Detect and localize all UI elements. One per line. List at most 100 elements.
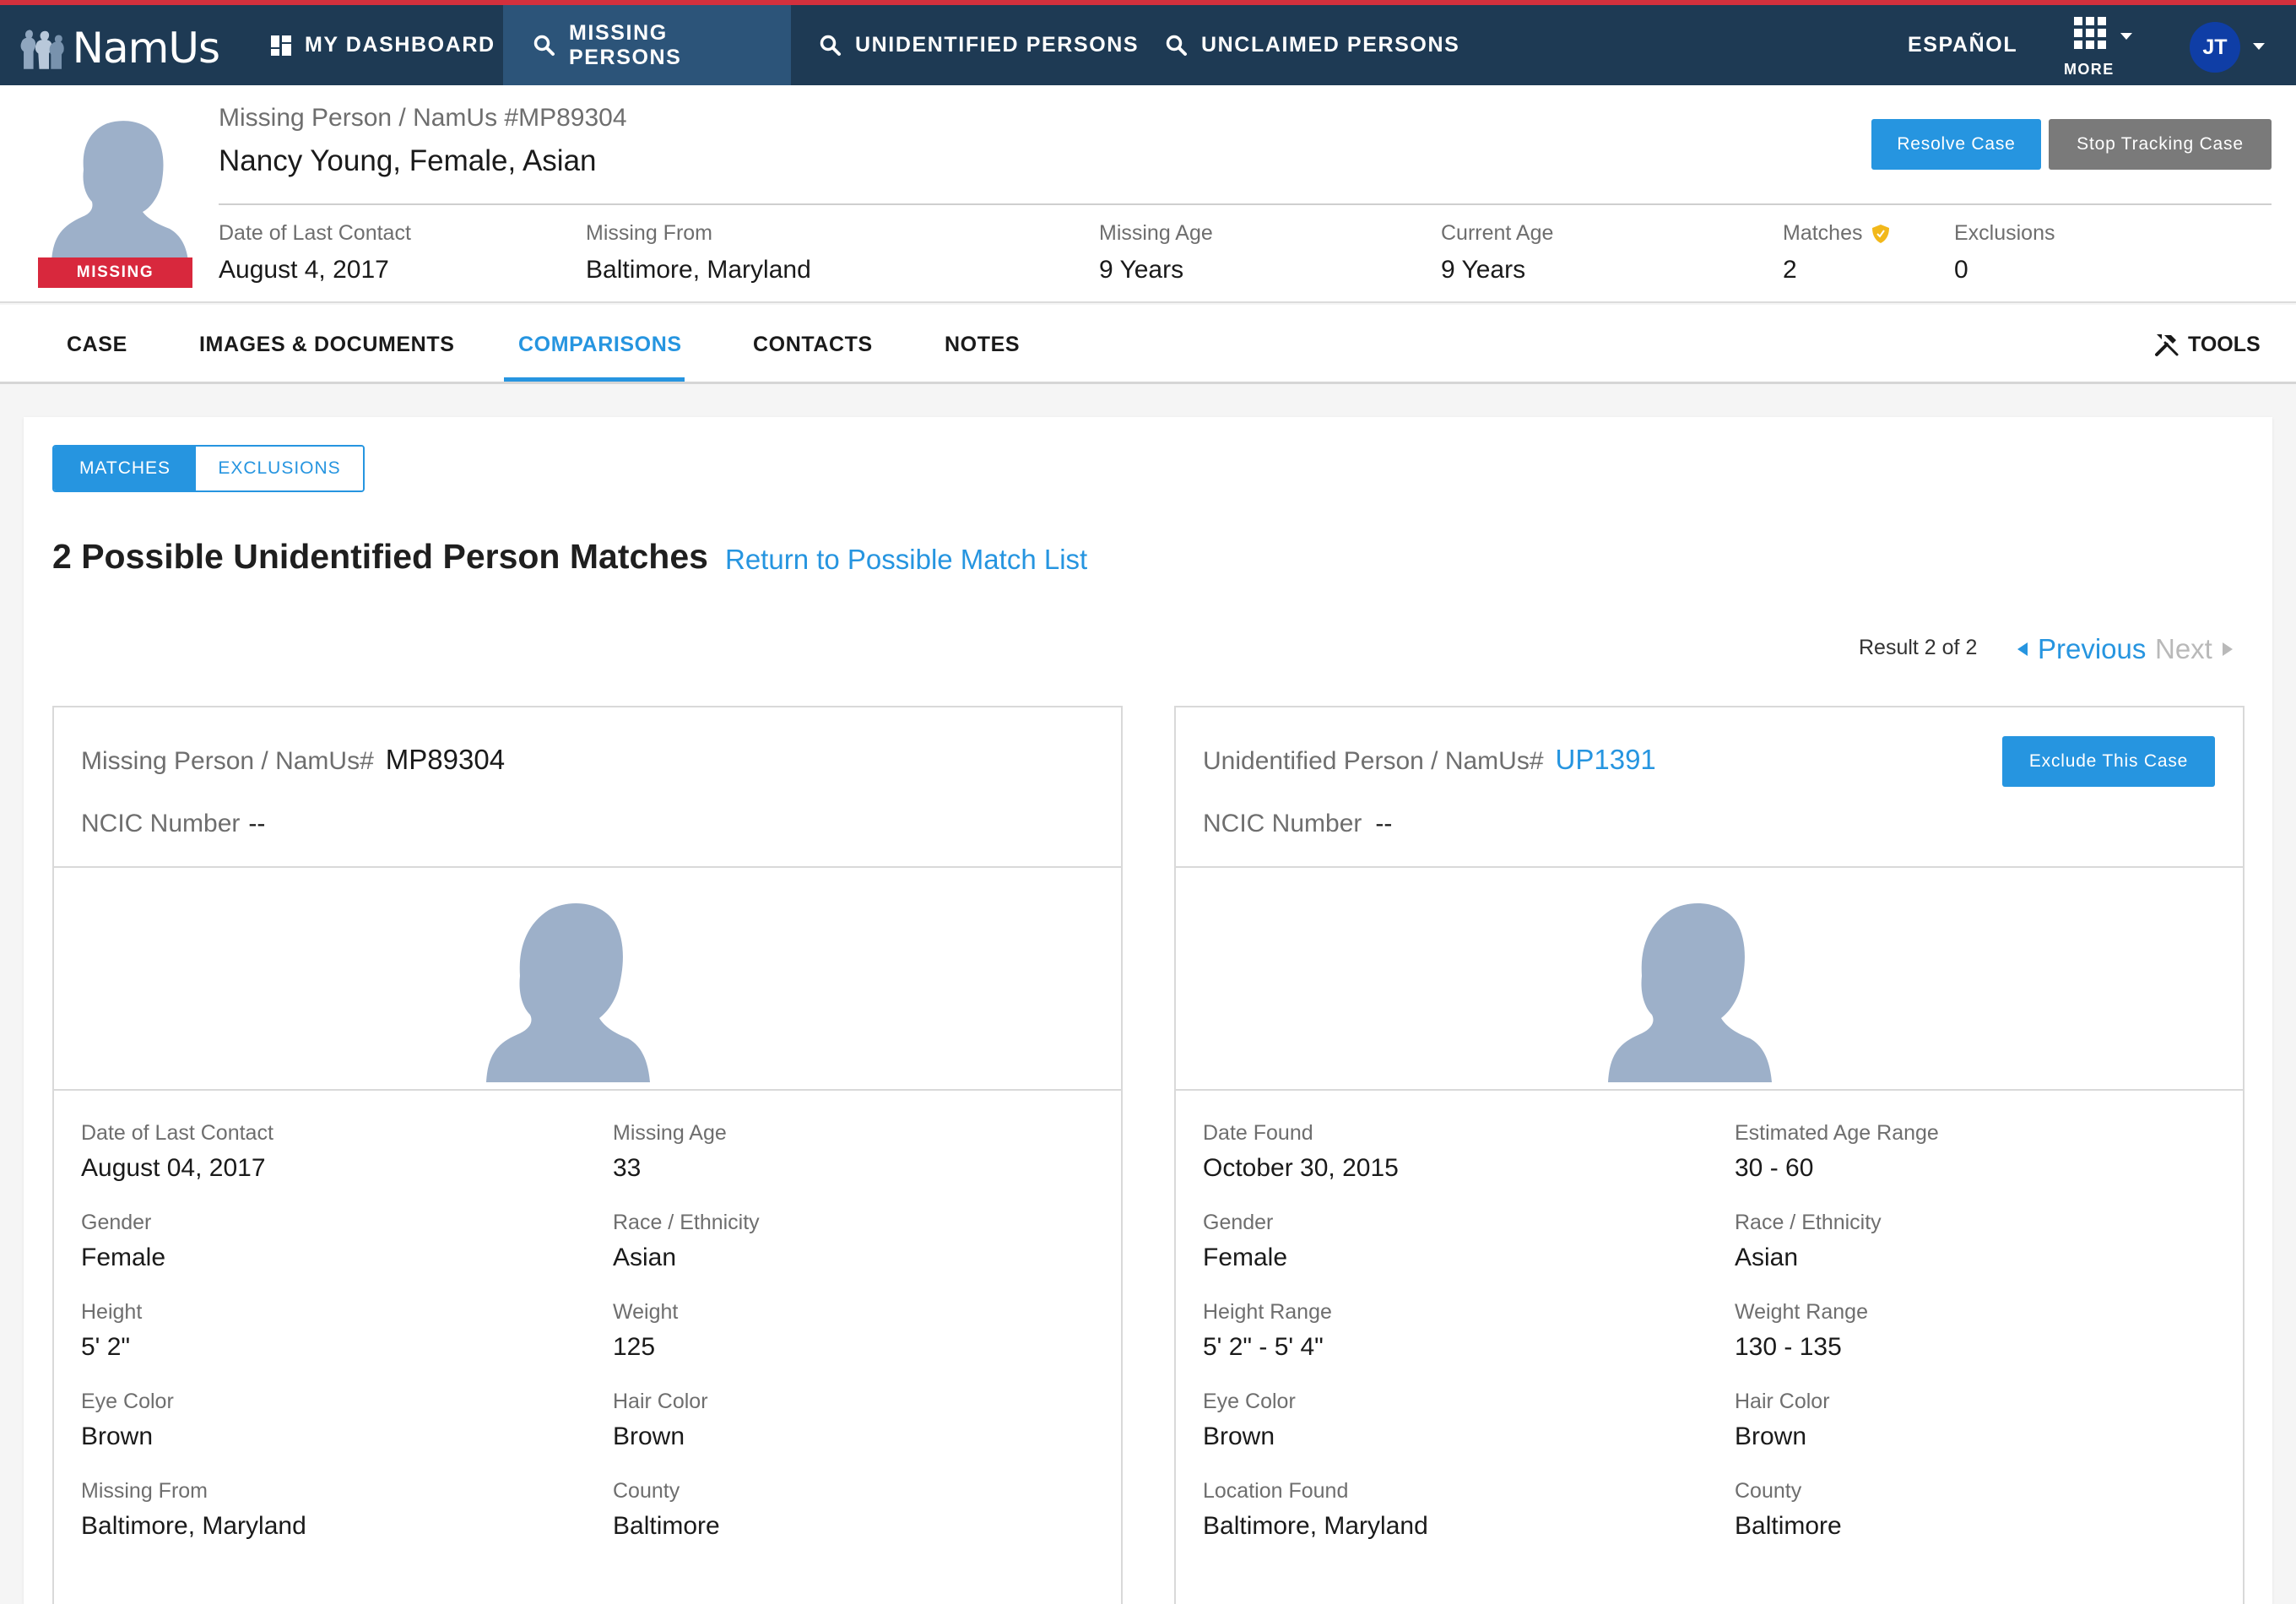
case-tabs: CASE IMAGES & DOCUMENTS COMPARISONS CONT… <box>0 305 2296 384</box>
field-value: 5' 2" - 5' 4" <box>1203 1333 1324 1361</box>
user-menu-chevron-icon[interactable] <box>2253 43 2265 50</box>
tools-menu[interactable]: TOOLS <box>2154 305 2261 384</box>
field-hair-color: Hair Color Brown <box>1735 1390 1830 1451</box>
nav-unidentified-persons[interactable]: UNIDENTIFIED PERSONS <box>789 5 1169 85</box>
matches-exclusions-toggle: MATCHES EXCLUSIONS <box>52 445 365 492</box>
return-to-match-list-link[interactable]: Return to Possible Match List <box>725 544 1087 576</box>
field-label: Race / Ethnicity <box>613 1211 760 1234</box>
field-label: Hair Color <box>613 1390 708 1413</box>
stat-date-of-last-contact: Date of Last Contact August 4, 2017 <box>219 221 411 284</box>
field-label: County <box>1735 1479 1802 1503</box>
stat-label-row: Matches <box>1783 221 1890 246</box>
field-hair-color: Hair Color Brown <box>613 1390 708 1451</box>
top-navigation: NamUs MY DASHBOARD MISSING PERSONS UNIDE… <box>0 0 2296 85</box>
field-value: Brown <box>613 1422 685 1450</box>
field-label: Height <box>81 1300 143 1324</box>
stat-label: Date of Last Contact <box>219 221 411 245</box>
field-height-range: Height Range 5' 2" - 5' 4" <box>1203 1300 1332 1362</box>
photo-area <box>1176 868 2243 1091</box>
tab-contacts[interactable]: CONTACTS <box>753 305 873 384</box>
nav-unclaimed-persons-label: UNCLAIMED PERSONS <box>1201 33 1460 57</box>
namus-logo[interactable]: NamUs <box>17 10 220 85</box>
tab-case[interactable]: CASE <box>67 305 127 384</box>
stat-missing-from: Missing From Baltimore, Maryland <box>586 221 811 284</box>
field-label: Missing Age <box>613 1121 727 1145</box>
field-missing-from: Missing From Baltimore, Maryland <box>81 1479 306 1541</box>
previous-button[interactable]: Previous <box>2017 633 2146 665</box>
case-header: MISSING Missing Person / NamUs #MP89304 … <box>0 85 2296 303</box>
field-value: Baltimore, Maryland <box>81 1512 306 1540</box>
unidentified-person-card: Unidentified Person / NamUs# UP1391 Exclu… <box>1174 706 2245 1604</box>
previous-label: Previous <box>2038 633 2147 664</box>
field-race-ethnicity: Race / Ethnicity Asian <box>613 1211 760 1272</box>
field-label: Race / Ethnicity <box>1735 1211 1882 1234</box>
nav-my-dashboard[interactable]: MY DASHBOARD <box>241 5 526 85</box>
card-title: Missing Person / NamUs# MP89304 <box>81 744 505 776</box>
tools-label: TOOLS <box>2188 332 2261 356</box>
field-label: Date Found <box>1203 1121 1313 1145</box>
field-eye-color: Eye Color Brown <box>81 1390 174 1451</box>
tab-comparisons[interactable]: COMPARISONS <box>518 305 682 384</box>
result-counter: Result 2 of 2 <box>1859 636 1978 659</box>
field-race-ethnicity: Race / Ethnicity Asian <box>1735 1211 1882 1272</box>
active-tab-indicator <box>504 377 685 382</box>
field-estimated-age-range: Estimated Age Range 30 - 60 <box>1735 1121 1939 1183</box>
ncic-label: NCIC Number <box>1203 810 1362 837</box>
field-missing-age: Missing Age 33 <box>613 1121 727 1183</box>
header-divider <box>219 203 2272 205</box>
stop-tracking-case-button[interactable]: Stop Tracking Case <box>2049 119 2272 170</box>
nav-unclaimed-persons[interactable]: UNCLAIMED PERSONS <box>1135 5 1490 85</box>
field-height: Height 5' 2" <box>81 1300 142 1362</box>
field-value: Brown <box>1203 1422 1275 1450</box>
user-avatar[interactable]: JT <box>2190 22 2240 73</box>
missing-person-card: Missing Person / NamUs# MP89304 NCIC Numb… <box>52 706 1123 1604</box>
field-value: Baltimore, Maryland <box>1203 1512 1428 1540</box>
exclude-this-case-button[interactable]: Exclude This Case <box>2002 736 2215 787</box>
stat-matches[interactable]: Matches 2 <box>1783 221 1890 284</box>
stat-value: Baltimore, Maryland <box>586 256 811 284</box>
next-label: Next <box>2155 633 2212 664</box>
caret-right-icon <box>2222 642 2233 656</box>
field-label: Gender <box>81 1211 152 1234</box>
field-label: Missing From <box>81 1479 208 1503</box>
tab-notes[interactable]: NOTES <box>945 305 1020 384</box>
matches-heading: 2 Possible Unidentified Person Matches <box>52 537 708 576</box>
field-date-found: Date Found October 30, 2015 <box>1203 1121 1399 1183</box>
exclusions-toggle-button[interactable]: EXCLUSIONS <box>196 447 363 490</box>
field-value: 130 - 135 <box>1735 1333 1842 1361</box>
field-gender: Gender Female <box>1203 1211 1287 1272</box>
resolve-case-button[interactable]: Resolve Case <box>1871 119 2041 170</box>
matches-toggle-button[interactable]: MATCHES <box>54 447 196 490</box>
field-location-found: Location Found Baltimore, Maryland <box>1203 1479 1428 1541</box>
case-subtitle: Missing Person / NamUs #MP89304 <box>219 104 627 132</box>
field-value: Baltimore <box>613 1512 720 1540</box>
nav-unidentified-persons-label: UNIDENTIFIED PERSONS <box>855 33 1140 57</box>
field-label: Gender <box>1203 1211 1274 1234</box>
photo-area <box>54 868 1121 1091</box>
search-icon <box>533 35 555 57</box>
field-value: Female <box>1203 1244 1288 1271</box>
field-value: 5' 2" <box>81 1333 131 1361</box>
field-date-of-last-contact: Date of Last Contact August 04, 2017 <box>81 1121 273 1183</box>
field-label: County <box>613 1479 680 1503</box>
field-value: Brown <box>1735 1422 1807 1450</box>
field-label: Eye Color <box>1203 1390 1296 1413</box>
stat-value: August 4, 2017 <box>219 256 389 284</box>
case-person-name: Nancy Young, Female, Asian <box>219 144 597 177</box>
case-id-link[interactable]: UP1391 <box>1556 744 1656 775</box>
stat-label: Exclusions <box>1954 221 2055 245</box>
card-header: Unidentified Person / NamUs# UP1391 Exclu… <box>1176 707 2243 868</box>
language-toggle[interactable]: ESPAÑOL <box>1908 5 2017 85</box>
next-button[interactable]: Next <box>2155 633 2233 665</box>
field-value: Brown <box>81 1422 154 1450</box>
more-menu[interactable]: MORE <box>2064 17 2132 78</box>
dashboard-icon <box>271 35 291 56</box>
tab-images-documents[interactable]: IMAGES & DOCUMENTS <box>199 305 454 384</box>
stat-value: 9 Years <box>1099 256 1184 284</box>
field-value: Female <box>81 1244 166 1271</box>
nav-missing-persons-label: MISSING PERSONS <box>569 20 682 69</box>
nav-missing-persons[interactable]: MISSING PERSONS <box>503 5 791 85</box>
field-label: Hair Color <box>1735 1390 1830 1413</box>
stat-exclusions[interactable]: Exclusions 0 <box>1954 221 2055 284</box>
tools-icon <box>2155 334 2179 356</box>
